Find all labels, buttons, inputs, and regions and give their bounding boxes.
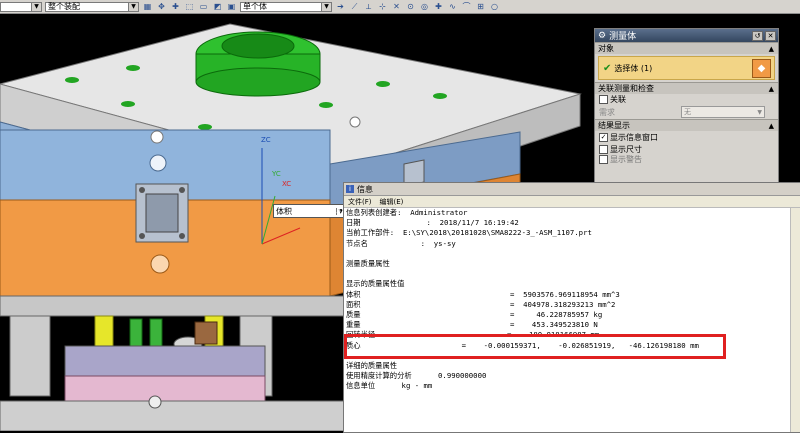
select-body-label: 选择体 (1) xyxy=(614,63,653,73)
menu-edit[interactable]: 编辑(E) xyxy=(380,197,404,207)
info-line: 节点名 : ys-sy xyxy=(346,238,456,248)
group-assoc[interactable]: 关联测量和检查 ▲ xyxy=(595,82,778,94)
chevron-up-icon: ▲ xyxy=(768,121,774,130)
snap-intersect-icon[interactable]: ✕ xyxy=(391,2,402,12)
info-line: 显示的质量属性值 xyxy=(346,279,405,289)
axis-zc-label: ZC xyxy=(261,136,271,144)
info-line xyxy=(346,269,789,279)
snap-control-icon[interactable]: ⊹ xyxy=(377,2,388,12)
group-object[interactable]: 对象 ▲ xyxy=(595,42,778,54)
chevron-up-icon: ▲ xyxy=(768,84,774,93)
gear-icon: ⚙ xyxy=(598,30,607,41)
info-line: 质量 = 46.228785957 kg xyxy=(346,310,603,320)
plus-icon[interactable]: ✚ xyxy=(170,2,181,12)
show-info-window-checkbox[interactable]: ✓ xyxy=(599,132,608,142)
info-line: 重量 = 453.349523810 N xyxy=(346,320,598,330)
info-line: 体积 = 5903576.969118954 mm^3 xyxy=(346,289,620,299)
snap-end-icon[interactable]: ⟋ xyxy=(349,2,360,12)
info-menubar: 文件(F) 编辑(E) xyxy=(344,196,800,208)
close-button[interactable]: ✕ xyxy=(765,30,776,41)
info-line: 当前工作部件: E:\SY\2018\20181028\SMA8222-3_-A… xyxy=(346,228,592,238)
snap-grid-icon[interactable]: ○ xyxy=(489,2,500,12)
info-line: 使用精度计算的分析 0.990000000 xyxy=(346,371,487,381)
cube-icon[interactable]: ◆ xyxy=(752,59,771,78)
select-body-row[interactable]: ✔ 选择体 (1) ◆ xyxy=(598,56,775,80)
snap-face-icon[interactable]: ⌒ xyxy=(461,2,472,12)
requirement-row: 需求 无 ▼ xyxy=(595,105,778,119)
assoc-checkbox[interactable] xyxy=(599,95,608,104)
measure-property-value: =59035 xyxy=(314,205,344,215)
info-line: 面积 = 404978.318293213 mm^2 xyxy=(346,299,616,309)
chevron-up-icon: ▲ xyxy=(768,44,774,53)
snap-curve-icon[interactable]: ∿ xyxy=(447,2,458,12)
info-line: 详细的质量属性 xyxy=(346,361,398,371)
info-titlebar: i 信息 xyxy=(344,183,800,196)
measure-body-dialog: ⚙ 测量体 ↺ ✕ 对象 ▲ ✔ 选择体 (1) ◆ 关联测量和检查 ▲ 关联 需求 … xyxy=(594,28,779,185)
body-filter-combo[interactable]: 单个体 ▼ xyxy=(240,1,332,12)
info-title: 信息 xyxy=(357,184,373,194)
snap-point-icon[interactable]: ✥ xyxy=(156,2,167,12)
check-icon: ✔ xyxy=(603,62,612,74)
show-info-window-row[interactable]: ✓ 显示信息窗口 xyxy=(595,131,778,143)
info-line: 日期 : 2018/11/7 16:19:42 xyxy=(346,218,519,228)
info-line: 测量质量属性 xyxy=(346,259,390,269)
snap-quadrant-icon[interactable]: ◎ xyxy=(419,2,430,12)
chevron-down-icon: ▼ xyxy=(321,2,331,11)
chevron-down-icon: ▼ xyxy=(31,2,41,11)
snap-pole-icon[interactable]: ⊞ xyxy=(475,2,486,12)
box-select-icon[interactable]: ▣ xyxy=(226,2,237,12)
rect-select-icon[interactable]: ⬚ xyxy=(184,2,195,12)
select-filter-icon[interactable]: ▦ xyxy=(142,2,153,12)
dialog-titlebar: ⚙ 测量体 ↺ ✕ xyxy=(595,29,778,42)
info-line: 信息列表创建者: Administrator xyxy=(346,208,468,217)
snap-existing-icon[interactable]: ✚ xyxy=(433,2,444,12)
highlight-annotation-box xyxy=(344,334,726,359)
top-toolbar: ▼ 整个装配 ▼ ▦ ✥ ✚ ⬚ ▭ ◩ ▣ 单个体 ▼ ➔ ⟋ ⟂ ⊹ ✕ ⊙ ◎… xyxy=(0,0,800,14)
dialog-title: 测量体 xyxy=(609,32,637,42)
axis-yc-label: YC xyxy=(272,170,281,178)
requirement-select[interactable]: 无 ▼ xyxy=(681,106,765,118)
snap-mid-icon[interactable]: ⟂ xyxy=(363,2,374,12)
info-icon: i xyxy=(346,185,354,193)
chevron-down-icon: ▼ xyxy=(757,108,762,116)
axis-xc-label: XC xyxy=(282,180,292,188)
type-filter-combo[interactable]: ▼ xyxy=(0,1,42,12)
show-warning-checkbox[interactable] xyxy=(599,155,608,164)
info-text-area[interactable]: 信息列表创建者: Administrator 日期 : 2018/11/7 16:… xyxy=(346,208,789,432)
reset-button[interactable]: ↺ xyxy=(752,30,763,41)
show-warning-row[interactable]: 显示警告 xyxy=(595,155,778,164)
window-icon[interactable]: ▭ xyxy=(198,2,209,12)
cube-view-icon[interactable]: ◩ xyxy=(212,2,223,12)
snap-center-icon[interactable]: ⊙ xyxy=(405,2,416,12)
information-window: i 信息 文件(F) 编辑(E) 信息列表创建者: Administrator 日… xyxy=(343,182,800,433)
group-display[interactable]: 结果显示 ▲ xyxy=(595,119,778,131)
menu-file[interactable]: 文件(F) xyxy=(348,197,372,207)
chevron-down-icon: ▼ xyxy=(128,2,138,11)
info-line: 信息单位 kg - mm xyxy=(346,381,433,391)
info-line xyxy=(346,249,789,259)
show-size-checkbox[interactable] xyxy=(599,144,608,154)
arrow-right-icon[interactable]: ➔ xyxy=(335,2,346,12)
assembly-scope-combo[interactable]: 整个装配 ▼ xyxy=(45,1,139,12)
assoc-checkbox-row[interactable]: 关联 xyxy=(595,94,778,105)
vertical-scrollbar[interactable] xyxy=(790,208,800,432)
